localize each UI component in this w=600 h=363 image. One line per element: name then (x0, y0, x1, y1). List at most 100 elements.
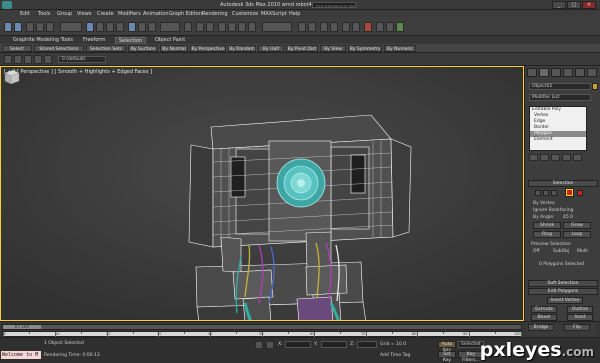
menu-group[interactable]: Group (57, 11, 72, 17)
auto-key-button[interactable]: Auto Key (438, 341, 456, 353)
menu-views[interactable]: Views (77, 11, 91, 17)
utilities-tab-icon[interactable] (587, 68, 597, 77)
time-slider-thumb[interactable]: 0 / 100 (3, 325, 41, 329)
viewcube-icon[interactable] (1, 67, 21, 87)
mirror-icon[interactable] (298, 22, 306, 32)
close-button[interactable]: × (582, 1, 596, 9)
make-unique-icon[interactable] (551, 154, 560, 161)
by-random-button[interactable]: By Random (228, 45, 256, 52)
create-tab-icon[interactable] (527, 68, 537, 77)
pin-stack-icon[interactable] (529, 154, 538, 161)
window-crossing-icon[interactable] (116, 22, 124, 32)
by-view-button[interactable]: By View (320, 45, 346, 52)
menu-animation[interactable]: Animation (143, 11, 169, 17)
menu-edit[interactable]: Edit (20, 11, 30, 17)
pivot-center-icon[interactable] (184, 22, 192, 32)
set-key-button[interactable]: Set Key (438, 351, 456, 363)
new-layer-icon[interactable] (14, 55, 22, 64)
z-coordinate-field[interactable] (357, 341, 377, 348)
tab-graphite-modeling-tools[interactable]: Graphite Modeling Tools (10, 37, 76, 44)
show-end-result-icon[interactable] (540, 154, 549, 161)
layer-manager-icon[interactable] (320, 22, 328, 32)
soft-selection-rollout-header[interactable]: Soft Selection (528, 280, 598, 287)
by-vertex-checkbox[interactable]: By Vertex (533, 201, 555, 206)
maximize-button[interactable]: □ (567, 1, 581, 9)
link-icon[interactable] (26, 22, 34, 32)
scale-icon[interactable] (148, 22, 156, 32)
modifier-list-dropdown[interactable]: Modifier List (529, 94, 591, 101)
set-current-layer-icon[interactable] (44, 55, 52, 64)
hierarchy-tab-icon[interactable] (551, 68, 561, 77)
menu-customize[interactable]: Customize (232, 11, 258, 17)
time-slider[interactable]: 0 / 100 (2, 324, 522, 330)
redo-icon[interactable] (14, 22, 22, 32)
select-manipulate-icon[interactable] (196, 22, 204, 32)
menu-create[interactable]: Create (97, 11, 114, 17)
by-perspective-button[interactable]: By Perspective (190, 45, 226, 52)
menu-rendering[interactable]: Rendering (202, 11, 228, 17)
object-name-field[interactable]: Object02 (529, 83, 591, 90)
curve-editor-icon[interactable] (342, 22, 350, 32)
preview-multi-radio[interactable]: Multi (577, 249, 588, 254)
edge-mode-icon[interactable] (543, 190, 549, 196)
tab-selection[interactable]: Selection (115, 37, 147, 44)
modify-tab-icon[interactable] (539, 68, 549, 77)
by-half-button[interactable]: By Half (258, 45, 284, 52)
move-icon[interactable] (128, 22, 136, 32)
remove-modifier-icon[interactable] (562, 154, 571, 161)
menu-modifiers[interactable]: Modifiers (118, 11, 141, 17)
current-layer-dropdown[interactable]: 0 (default) (58, 56, 106, 63)
angle-snap-icon[interactable] (228, 22, 236, 32)
by-pivot-dist-button[interactable]: By Pivot Dist (286, 45, 318, 52)
menu-graph-editors[interactable]: Graph Editors (169, 11, 203, 17)
graphite-toggle-icon[interactable] (330, 22, 338, 32)
insert-vertex-button[interactable]: Insert Vertex (547, 297, 583, 304)
polygon-mode-icon[interactable] (565, 188, 574, 197)
rendered-frame-icon[interactable] (386, 22, 394, 32)
keyboard-shortcut-icon[interactable] (206, 22, 214, 32)
border-mode-icon[interactable] (551, 190, 557, 196)
align-icon[interactable] (308, 22, 316, 32)
layer-manager-icon[interactable] (4, 55, 12, 64)
shrink-button[interactable]: Shrink (533, 222, 561, 229)
perspective-viewport[interactable]: [ + ] [ Perspective ] [ Smooth + Highlig… (0, 66, 524, 321)
edit-polygons-rollout-header[interactable]: Edit Polygons (528, 288, 598, 295)
flip-button[interactable]: Flip (564, 324, 590, 331)
menu-help[interactable]: Help (289, 11, 300, 17)
select-object-icon[interactable] (86, 22, 94, 32)
selection-region-icon[interactable] (106, 22, 114, 32)
tab-object-paint[interactable]: Object Paint (152, 37, 188, 44)
motion-tab-icon[interactable] (563, 68, 573, 77)
modifier-stack[interactable]: Editable Poly Vertex Edge Border Polygon… (529, 106, 587, 151)
tab-freeform[interactable]: Freeform (80, 37, 108, 44)
undo-icon[interactable] (4, 22, 12, 32)
render-production-icon[interactable] (396, 22, 404, 32)
snaps-toggle-icon[interactable] (218, 22, 226, 32)
selection-sets-button[interactable]: Selection Sets (86, 45, 126, 52)
material-editor-icon[interactable] (364, 22, 372, 32)
preview-subobj-radio[interactable]: SubObj (553, 249, 569, 254)
bridge-button[interactable]: Bridge (528, 324, 554, 331)
percent-snap-icon[interactable] (238, 22, 246, 32)
by-angle-checkbox[interactable]: By Angle: (533, 215, 555, 220)
viewport-label[interactable]: [ + ] [ Perspective ] [ Smooth + Highlig… (4, 69, 152, 75)
menu-tools[interactable]: Tools (38, 11, 50, 17)
x-coordinate-field[interactable] (285, 341, 311, 348)
by-surface-button[interactable]: By Surface (128, 45, 158, 52)
maxscript-listener-field[interactable]: Welcome to M (1, 351, 41, 359)
schematic-view-icon[interactable] (352, 22, 360, 32)
vertex-mode-icon[interactable] (535, 190, 541, 196)
bevel-button[interactable]: Bevel (531, 314, 557, 321)
object-color-swatch[interactable] (592, 83, 598, 90)
reference-coord-dropdown[interactable] (160, 22, 180, 32)
add-to-layer-icon[interactable] (24, 55, 32, 64)
add-time-tag-button[interactable]: Add Time Tag (380, 353, 410, 358)
menu-maxscript[interactable]: MAXScript (261, 11, 287, 17)
by-numeric-button[interactable]: By Numeric (384, 45, 416, 52)
element-mode-icon[interactable] (577, 190, 583, 196)
search-input[interactable] (312, 2, 356, 8)
app-logo-icon[interactable] (2, 1, 12, 9)
select-button[interactable]: Select (2, 45, 32, 52)
selection-filter-dropdown[interactable] (60, 22, 82, 32)
spinner-snap-icon[interactable] (248, 22, 256, 32)
